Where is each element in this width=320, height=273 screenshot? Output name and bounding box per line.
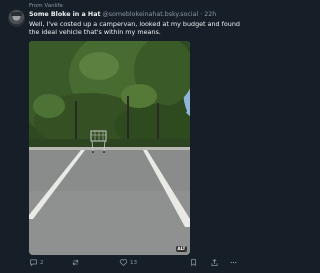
reply-button[interactable]: 2 xyxy=(29,258,44,267)
post-image[interactable]: ALT xyxy=(29,41,190,255)
post-text: Well, I've costed up a campervan, looked… xyxy=(29,20,240,37)
action-bar: 2 13 xyxy=(29,258,244,270)
more-icon xyxy=(230,261,237,264)
like-button[interactable]: 13 xyxy=(119,258,137,267)
display-name[interactable]: Some Bloke in a Hat xyxy=(29,11,100,18)
avatar[interactable] xyxy=(8,10,25,27)
post-time[interactable]: 22h xyxy=(204,11,216,18)
bookmark-button[interactable] xyxy=(189,258,198,267)
repost-icon xyxy=(72,259,79,266)
repost-button[interactable] xyxy=(71,258,80,267)
more-button[interactable] xyxy=(229,258,238,267)
like-count: 13 xyxy=(130,259,138,266)
reply-count: 2 xyxy=(40,259,44,266)
parking-lot-photo xyxy=(29,41,190,255)
post-header: Some Bloke in a Hat @someblokeinahat.bsk… xyxy=(29,11,216,18)
post-card[interactable]: From Vanlife Some Bloke in a Hat @somebl… xyxy=(0,0,250,273)
feed-context[interactable]: From Vanlife xyxy=(29,3,63,9)
handle[interactable]: @someblokeinahat.bsky.social xyxy=(102,11,198,18)
bookmark-icon xyxy=(191,259,196,267)
alt-text-badge[interactable]: ALT xyxy=(175,245,187,252)
hat-icon xyxy=(11,12,22,16)
share-icon xyxy=(211,258,218,266)
share-button[interactable] xyxy=(210,258,219,267)
heart-icon xyxy=(119,259,128,267)
reply-icon xyxy=(30,259,37,267)
